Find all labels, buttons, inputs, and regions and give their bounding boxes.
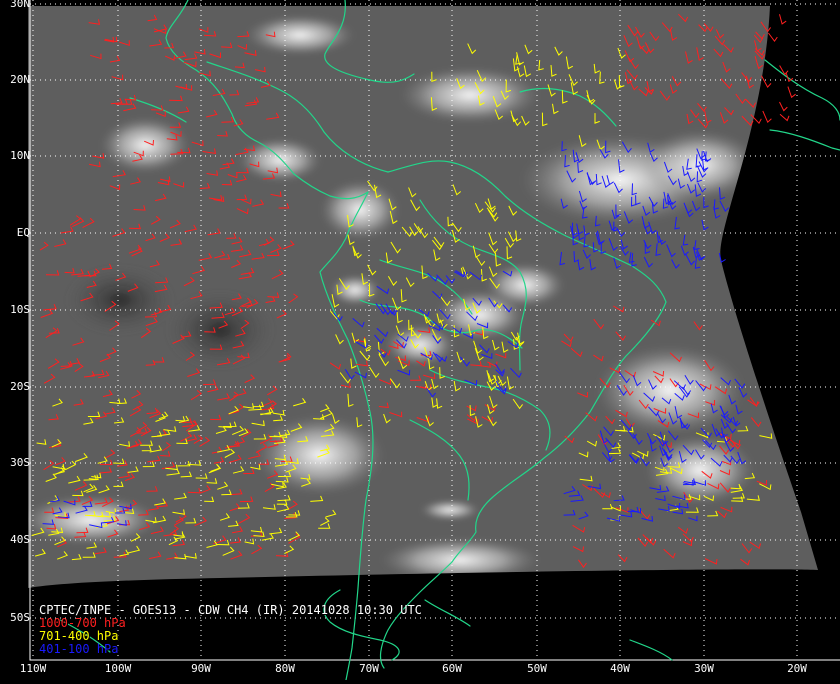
legend-item-high-level: 401-100 hPa (39, 642, 119, 656)
satellite-map: 30N 20N 10N EQ 10S 20S 30S 40S 50S 110W … (0, 0, 840, 681)
lat-label-10n: 10N (10, 149, 30, 162)
lon-label-90w: 90W (191, 662, 211, 675)
lon-label-30w: 30W (694, 662, 714, 675)
lat-label-10s: 10S (10, 303, 30, 316)
lon-label-20w: 20W (787, 662, 807, 675)
satellite-map-canvas (0, 0, 840, 681)
lat-label-40s: 40S (10, 533, 30, 546)
lat-label-30n: 30N (10, 0, 30, 10)
lat-label-20n: 20N (10, 73, 30, 86)
lon-label-100w: 100W (104, 662, 132, 675)
lat-label-eq: EQ (16, 226, 30, 239)
lat-label-20s: 20S (10, 380, 30, 393)
lon-label-70w: 70W (359, 662, 379, 675)
lon-label-40w: 40W (610, 662, 630, 675)
lon-label-80w: 80W (275, 662, 295, 675)
lat-label-30s: 30S (10, 456, 30, 469)
lon-label-50w: 50W (527, 662, 547, 675)
lat-label-50s: 50S (10, 611, 30, 624)
satellite-imagery (28, 6, 818, 588)
lon-label-60w: 60W (442, 662, 462, 675)
lon-label-110w: 110W (19, 662, 47, 675)
